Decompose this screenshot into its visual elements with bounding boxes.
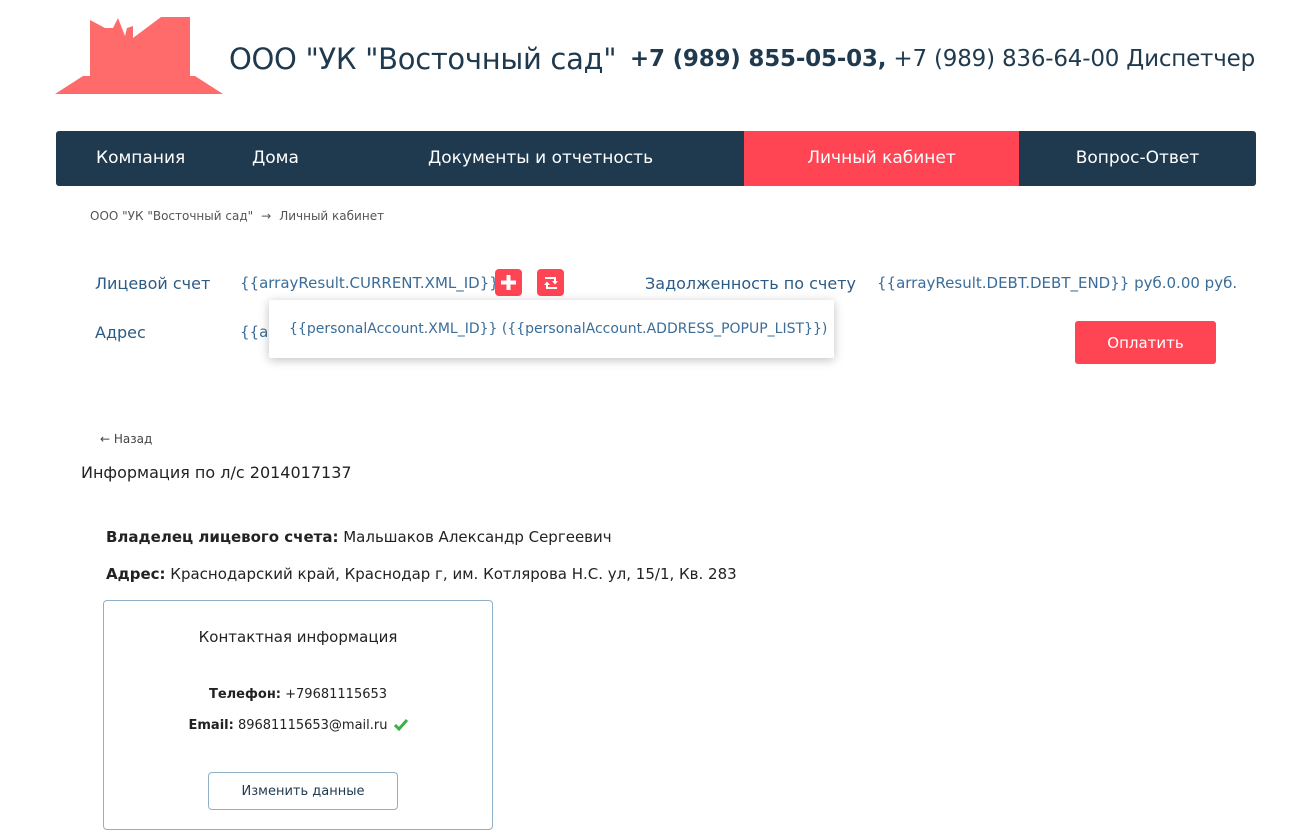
edit-data-button[interactable]: Изменить данные — [208, 772, 398, 810]
plus-icon — [501, 275, 516, 290]
detail-address-value: Краснодарский край, Краснодар г, им. Кот… — [165, 565, 737, 583]
phone-dispatcher[interactable]: +7 (989) 836-64-00 Диспетчер — [886, 46, 1255, 72]
nav-item-houses[interactable]: Дома — [252, 131, 299, 186]
back-link[interactable]: ← Назад — [100, 432, 152, 446]
add-account-button[interactable] — [495, 269, 522, 296]
email-value: 89681115653@mail.ru — [233, 718, 388, 733]
nav-item-faq[interactable]: Вопрос-Ответ — [1019, 131, 1256, 186]
breadcrumb-separator: → — [261, 209, 272, 223]
pay-button[interactable]: Оплатить — [1075, 321, 1216, 364]
nav-item-company[interactable]: Компания — [96, 131, 185, 186]
breadcrumb: ООО "УК "Восточный сад" → Личный кабинет — [90, 209, 384, 223]
debt-label: Задолженность по счету — [645, 274, 856, 293]
contact-email: Email: 89681115653@mail.ru — [104, 718, 492, 735]
account-info-title: Информация по л/с 2014017137 — [81, 463, 352, 482]
header-phones: +7 (989) 855-05-03, +7 (989) 836-64-00 Д… — [630, 46, 1255, 72]
popup-account-option[interactable]: {{personalAccount.XML_ID}} ({{personalAc… — [289, 321, 827, 337]
breadcrumb-current: Личный кабинет — [279, 209, 385, 223]
contact-card: Контактная информация Телефон: +79681115… — [103, 600, 493, 830]
company-name: ООО "УК "Восточный сад" — [229, 42, 617, 76]
account-value: {{arrayResult.CURRENT.XML_ID}} — [240, 274, 499, 292]
main-nav: Компания Дома Документы и отчетность Лич… — [56, 131, 1256, 186]
phone-label: Телефон: — [208, 687, 282, 702]
account-label: Лицевой счет — [95, 274, 211, 293]
owner-value: Мальшаков Александр Сергеевич — [338, 528, 612, 546]
account-popup[interactable]: {{personalAccount.XML_ID}} ({{personalAc… — [269, 300, 834, 358]
address-label: Адрес — [95, 323, 146, 342]
debt-value: {{arrayResult.DEBT.DEBT_END}} руб.0.00 р… — [877, 274, 1238, 292]
company-logo[interactable] — [55, 14, 223, 98]
nav-item-documents[interactable]: Документы и отчетность — [428, 131, 653, 186]
retweet-icon — [543, 276, 558, 289]
address-row: Адрес: Краснодарский край, Краснодар г, … — [106, 565, 737, 583]
contact-phone: Телефон: +79681115653 — [104, 687, 492, 702]
nav-item-personal-account[interactable]: Личный кабинет — [744, 131, 1019, 186]
email-label: Email: — [188, 718, 234, 733]
phone-value: +79681115653 — [281, 687, 388, 702]
owner-row: Владелец лицевого счета: Мальшаков Алекс… — [106, 528, 612, 546]
breadcrumb-home[interactable]: ООО "УК "Восточный сад" — [90, 209, 253, 223]
phone-main[interactable]: +7 (989) 855-05-03, — [630, 46, 887, 72]
check-icon — [393, 719, 408, 735]
switch-account-button[interactable] — [537, 269, 564, 296]
building-logo-icon — [55, 17, 223, 94]
contact-title: Контактная информация — [198, 628, 398, 646]
detail-address-label: Адрес: — [106, 565, 166, 583]
owner-label: Владелец лицевого счета: — [106, 528, 339, 546]
